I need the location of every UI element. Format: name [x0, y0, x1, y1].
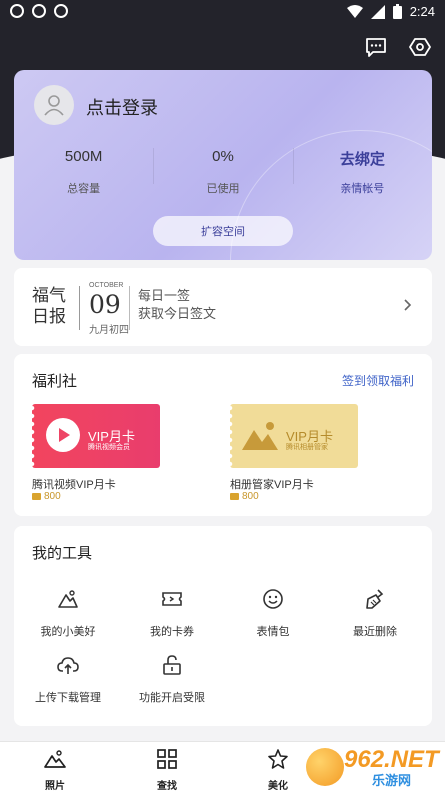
- sign-line2: 获取今日签文: [138, 307, 217, 322]
- tool-stickers[interactable]: 表情包: [228, 588, 318, 639]
- chevron-right-icon: [404, 299, 412, 311]
- daily-title-line2: 日报: [32, 307, 66, 327]
- stat-label: 亲情帐号: [340, 183, 385, 195]
- ticket-icon: [162, 592, 182, 606]
- photo-icon: [44, 750, 66, 768]
- tool-my-moments[interactable]: 我的小美好: [23, 588, 113, 639]
- my-tools-section: 我的工具 我的小美好 我的卡券 表情包 最近删除 上传下载管理 功能开启受限: [14, 526, 432, 726]
- notification-icons: [10, 4, 68, 18]
- watermark-ball: [306, 748, 344, 786]
- welfare-section: 福利社 签到领取福利 VIP月卡 腾讯视频会员 腾讯视频VIP月卡 800 VI…: [14, 354, 432, 516]
- month-label: OCTOBER: [89, 282, 124, 289]
- bind-family-account[interactable]: 去绑定 亲情帐号: [292, 148, 432, 196]
- mountain-icon: [58, 590, 78, 608]
- tool-label: 功能开启受限: [139, 692, 205, 704]
- tool-restricted-features[interactable]: 功能开启受限: [127, 654, 217, 705]
- status-bar: 2:24: [0, 0, 445, 24]
- vip-card-subtitle: 腾讯视频会员: [88, 444, 130, 451]
- price-value: 800: [44, 491, 61, 502]
- vip-card-subtitle: 腾讯相册管家: [286, 444, 328, 451]
- tool-label: 上传下载管理: [35, 692, 101, 704]
- divider: [129, 286, 130, 330]
- section-title: 我的工具: [32, 545, 93, 562]
- notification-icon: [10, 4, 24, 18]
- mountain-logo-icon: [242, 422, 278, 450]
- stat-label: 总容量: [67, 183, 101, 195]
- coin-icon: [230, 493, 239, 500]
- nav-label: 查找: [157, 781, 177, 791]
- watermark-logo: 962.NET 乐游网: [306, 744, 441, 790]
- watermark-subtext: 乐游网: [372, 773, 412, 788]
- nav-tab-photos[interactable]: 照片: [25, 748, 85, 791]
- stat-used: 0% 已使用: [153, 148, 292, 196]
- daily-sign-text: 每日一签 获取今日签文: [138, 288, 216, 324]
- bind-link[interactable]: 去绑定: [293, 148, 432, 168]
- tool-my-coupons[interactable]: 我的卡券: [127, 588, 217, 639]
- star-icon: [268, 749, 288, 769]
- vip-card-photo-manager[interactable]: VIP月卡 腾讯相册管家: [230, 404, 358, 468]
- daily-title-line1: 福气: [32, 286, 66, 306]
- vip-item-price: 800: [230, 491, 259, 502]
- message-icon[interactable]: [365, 36, 387, 58]
- avatar[interactable]: [34, 85, 74, 125]
- stat-value: 500M: [64, 148, 103, 165]
- stat-label: 已使用: [206, 183, 240, 195]
- user-icon: [44, 95, 64, 116]
- vip-item-price: 800: [32, 491, 61, 502]
- tool-transfer-manager[interactable]: 上传下载管理: [23, 654, 113, 705]
- settings-icon[interactable]: [409, 36, 431, 58]
- vip-item-name: 腾讯视频VIP月卡: [32, 479, 116, 491]
- sign-line1: 每日一签: [138, 289, 191, 304]
- price-value: 800: [242, 491, 259, 502]
- checkin-link[interactable]: 签到领取福利: [342, 372, 414, 389]
- nav-tab-beautify[interactable]: 美化: [248, 748, 308, 791]
- tool-label: 我的卡券: [150, 626, 194, 638]
- unlock-icon: [163, 655, 181, 675]
- coin-icon: [32, 493, 41, 500]
- expand-space-button[interactable]: 扩容空间: [153, 216, 293, 246]
- cloud-upload-icon: [57, 657, 79, 674]
- tool-label: 最近删除: [353, 626, 397, 638]
- account-card: 点击登录 500M 总容量 0% 已使用 去绑定 亲情帐号 扩容空间: [14, 70, 432, 260]
- wifi-icon: [346, 4, 363, 18]
- daily-fortune-card[interactable]: 福气 日报 OCTOBER 09 九月初四 每日一签 获取今日签文: [14, 268, 432, 346]
- daily-title: 福气 日报: [32, 286, 66, 328]
- notification-icon: [32, 4, 46, 18]
- grid-icon: [157, 749, 177, 769]
- section-title: 福利社: [32, 373, 78, 390]
- nav-label: 美化: [268, 781, 288, 791]
- play-icon: [46, 418, 80, 452]
- status-time: 2:24: [409, 4, 435, 19]
- login-link[interactable]: 点击登录: [86, 94, 158, 120]
- tool-recently-deleted[interactable]: 最近删除: [330, 588, 420, 639]
- tool-label: 表情包: [256, 626, 290, 638]
- stat-value: 0%: [212, 148, 234, 165]
- divider: [79, 286, 80, 330]
- battery-icon: [392, 4, 402, 19]
- notification-icon: [54, 4, 68, 18]
- nav-label: 照片: [45, 781, 65, 791]
- tool-label: 我的小美好: [40, 626, 96, 638]
- vip-card-tencent-video[interactable]: VIP月卡 腾讯视频会员: [32, 404, 160, 468]
- day-number: 09: [89, 290, 121, 319]
- smile-icon: [263, 589, 283, 609]
- signal-icon: [370, 4, 385, 19]
- broom-icon: [366, 589, 384, 609]
- vip-item-name: 相册管家VIP月卡: [230, 479, 314, 491]
- lunar-date: 九月初四: [89, 325, 129, 336]
- stat-total-capacity: 500M 总容量: [14, 148, 153, 196]
- nav-tab-search[interactable]: 查找: [137, 748, 197, 791]
